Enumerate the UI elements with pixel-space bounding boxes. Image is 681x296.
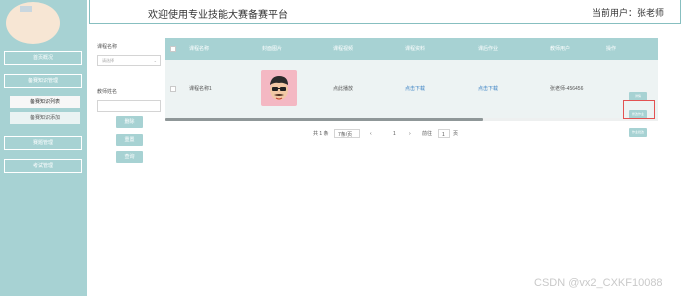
watermark: CSDN @vx2_CXKF10088	[534, 277, 663, 289]
goto-page-value: 1	[442, 132, 445, 138]
sidebar-item-questions[interactable]: 赛题管理	[4, 136, 82, 150]
col-course-name: 课程名称	[189, 46, 210, 52]
sidebar-item-knowledge[interactable]: 备赛知识管理	[4, 74, 82, 88]
avatar	[6, 2, 60, 44]
search-button[interactable]: 查询	[116, 151, 143, 163]
select-all-checkbox[interactable]	[170, 46, 176, 52]
grade-homework-button[interactable]: 作业批改	[629, 128, 647, 137]
total-count: 共 1 条	[313, 131, 329, 137]
col-course-video: 课程视频	[333, 46, 354, 52]
course-name-placeholder: 请选择	[102, 58, 114, 63]
sidebar: 首页概况 备赛知识管理 备赛知识列表 备赛知识添加 赛题管理 考试管理	[0, 0, 87, 296]
cell-course-name: 课程名称1	[189, 86, 212, 92]
sidebar-subitem-knowledge-list[interactable]: 备赛知识列表	[10, 96, 80, 108]
teacher-name-label: 教师姓名	[97, 89, 118, 95]
col-homework: 课后作业	[478, 46, 499, 52]
delete-button[interactable]: 删除	[116, 116, 143, 128]
next-page-icon[interactable]: ›	[409, 129, 411, 139]
cartoon-face-icon	[270, 76, 288, 100]
sidebar-item-exams[interactable]: 考试管理	[4, 159, 82, 173]
highlight-box	[623, 100, 655, 119]
col-teacher: 教师用户	[550, 46, 571, 52]
page-size-value: 7条/页	[338, 132, 353, 138]
sidebar-item-home[interactable]: 首页概况	[4, 51, 82, 65]
scrollbar-thumb[interactable]	[165, 118, 483, 121]
current-page[interactable]: 1	[393, 129, 396, 139]
col-actions: 操作	[606, 46, 617, 52]
prev-page-icon[interactable]: ‹	[370, 129, 372, 139]
teacher-name-input[interactable]	[97, 100, 161, 112]
table-header: 课程名称 封面图片 课程视频 课程资料 课后作业 教师用户 操作	[165, 38, 658, 60]
table-row: 课程名称1 点此播放 点击下载 点击下载 张老师-456456 详情 修改作业 …	[165, 60, 658, 137]
col-course-material: 课程资料	[405, 46, 426, 52]
cell-teacher: 张老师-456456	[550, 86, 584, 92]
goto-label: 前往	[422, 131, 433, 137]
current-user: 当前用户：张老师	[591, 8, 664, 18]
page-unit: 页	[453, 131, 459, 137]
cell-material-download[interactable]: 点击下载	[405, 60, 425, 118]
page-size-select[interactable]: 7条/页	[334, 129, 360, 138]
row-checkbox[interactable]	[170, 86, 176, 92]
reset-button[interactable]: 重置	[116, 134, 143, 146]
cover-image	[261, 70, 297, 106]
sidebar-subitem-knowledge-add[interactable]: 备赛知识添加	[10, 112, 80, 124]
cell-video-link[interactable]: 点此播放	[333, 60, 353, 118]
goto-page-input[interactable]: 1	[438, 129, 450, 138]
col-cover-image: 封面图片	[262, 46, 283, 52]
knowledge-table: 课程名称 封面图片 课程视频 课程资料 课后作业 教师用户 操作 课程名称1 点…	[165, 38, 658, 137]
course-name-select[interactable]: 请选择 ⌄	[97, 55, 161, 66]
header: 欢迎使用专业技能大赛备赛平台 当前用户：张老师	[89, 0, 681, 24]
horizontal-scrollbar[interactable]	[165, 118, 658, 121]
broken-image-icon	[20, 6, 32, 12]
page-title: 欢迎使用专业技能大赛备赛平台	[148, 10, 288, 21]
chevron-down-icon: ⌄	[153, 58, 157, 63]
cell-homework-download[interactable]: 点击下载	[478, 60, 498, 118]
filter-panel: 课程名称 请选择 ⌄ 教师姓名 删除 重置 查询	[95, 38, 163, 188]
course-name-label: 课程名称	[97, 44, 118, 50]
